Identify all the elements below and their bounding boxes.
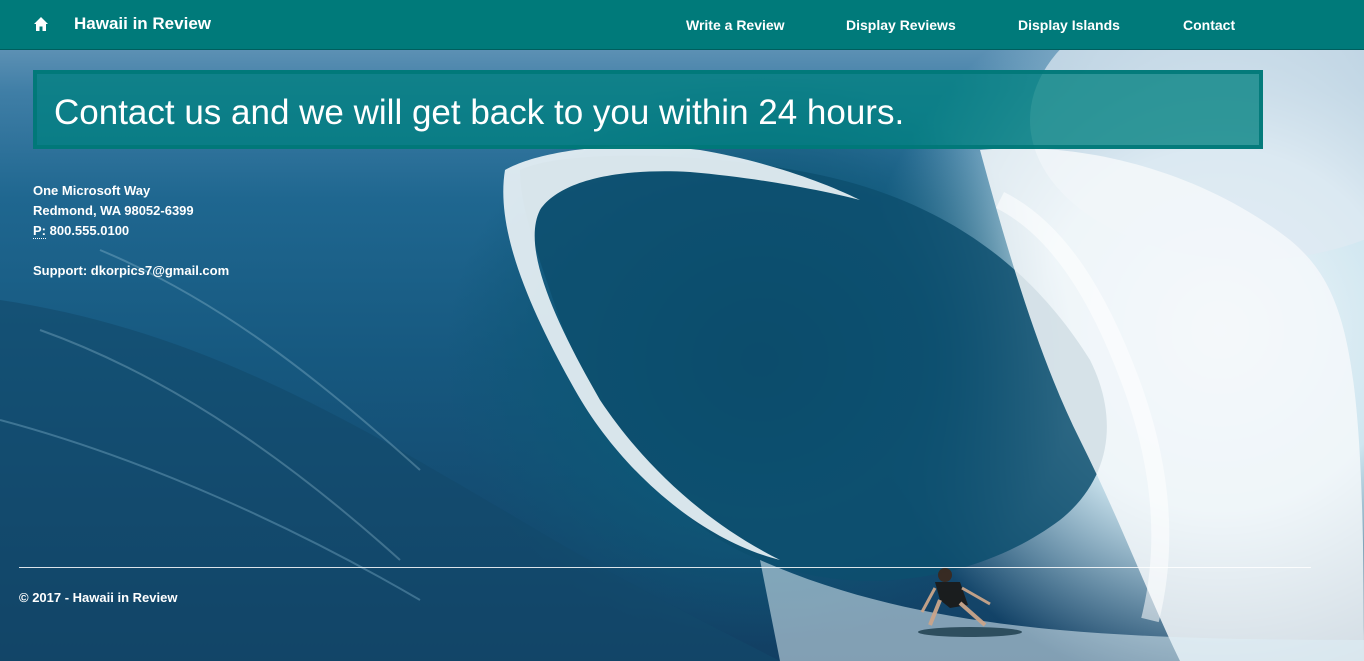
brand-link[interactable]: Hawaii in Review — [74, 14, 211, 34]
page-heading: Contact us and we will get back to you w… — [54, 93, 905, 132]
nav-display-islands[interactable]: Display Islands — [1018, 17, 1120, 33]
nav-write-review[interactable]: Write a Review — [686, 17, 785, 33]
contact-address: One Microsoft Way Redmond, WA 98052-6399… — [33, 181, 229, 281]
nav-display-reviews[interactable]: Display Reviews — [846, 17, 956, 33]
support-email-link[interactable]: dkorpics7@gmail.com — [91, 263, 229, 278]
home-icon[interactable] — [33, 16, 49, 32]
top-navbar: Hawaii in Review Write a Review Display … — [0, 0, 1364, 50]
footer-copyright: © 2017 - Hawaii in Review — [19, 590, 178, 605]
contact-banner: Contact us and we will get back to you w… — [33, 70, 1263, 149]
footer-divider — [19, 567, 1311, 568]
address-line-2: Redmond, WA 98052-6399 — [33, 203, 194, 218]
nav-contact[interactable]: Contact — [1183, 17, 1235, 33]
support-line: Support: dkorpics7@gmail.com — [33, 261, 229, 281]
address-line-1: One Microsoft Way — [33, 183, 151, 198]
phone-label: P: — [33, 223, 46, 239]
phone-number: 800.555.0100 — [49, 223, 130, 238]
phone-line: P: 800.555.0100 — [33, 221, 229, 241]
support-label: Support: — [33, 263, 88, 278]
